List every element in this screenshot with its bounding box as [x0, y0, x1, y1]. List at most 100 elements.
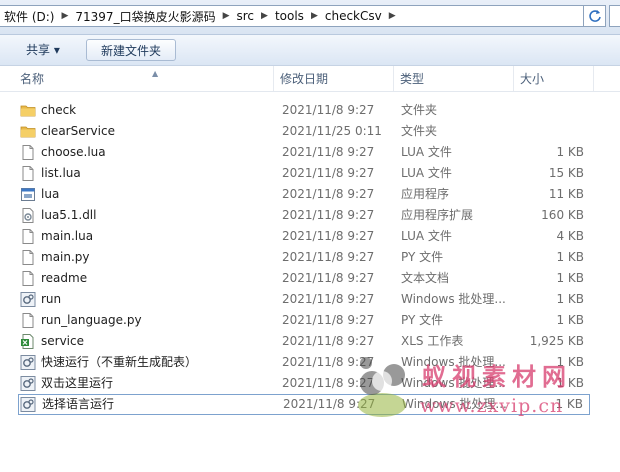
document-icon [20, 250, 36, 265]
file-row[interactable]: choose.lua 2021/11/8 9:27 LUA 文件 1 KB [18, 142, 590, 163]
file-size: 11 KB [548, 187, 584, 201]
file-name: run [41, 292, 62, 306]
file-name: main.py [41, 250, 90, 264]
file-name: 快速运行（不重新生成配表） [41, 355, 198, 369]
file-name: 双击这里运行 [41, 376, 114, 390]
breadcrumb-separator-icon[interactable]: ▶ [221, 11, 232, 21]
file-size: 1 KB [556, 271, 584, 285]
file-size: 1 KB [556, 145, 584, 159]
file-date: 2021/11/8 9:27 [282, 271, 375, 285]
file-name: 选择语言运行 [42, 397, 115, 411]
file-type: Windows 批处理... [401, 355, 506, 369]
file-row[interactable]: lua 2021/11/8 9:27 应用程序 11 KB [18, 184, 590, 205]
breadcrumb[interactable]: 软件 (D:) ▶ 71397_口袋换皮火影源码 ▶ src ▶ tools ▶… [0, 5, 584, 27]
breadcrumb-separator-icon[interactable]: ▶ [387, 11, 398, 21]
file-row[interactable]: service 2021/11/8 9:27 XLS 工作表 1,925 KB [18, 331, 590, 352]
file-type: Windows 批处理... [401, 292, 506, 306]
file-name: readme [41, 271, 88, 285]
refresh-icon [588, 10, 601, 22]
file-row[interactable]: list.lua 2021/11/8 9:27 LUA 文件 15 KB [18, 163, 590, 184]
document-icon [20, 166, 36, 181]
file-row[interactable]: main.py 2021/11/8 9:27 PY 文件 1 KB [18, 247, 590, 268]
breadcrumb-drive[interactable]: 软件 (D:) [0, 8, 59, 25]
file-type: Windows 批处理... [402, 397, 507, 411]
file-type: 文件夹 [401, 103, 438, 117]
file-date: 2021/11/25 0:11 [282, 124, 382, 138]
file-date: 2021/11/8 9:27 [282, 334, 375, 348]
file-date: 2021/11/8 9:27 [282, 313, 375, 327]
file-type: LUA 文件 [401, 145, 452, 159]
file-row[interactable]: 快速运行（不重新生成配表） 2021/11/8 9:27 Windows 批处理..… [18, 352, 590, 373]
file-date: 2021/11/8 9:27 [282, 166, 375, 180]
column-header-type[interactable]: 类型 [394, 66, 514, 91]
column-header-size[interactable]: 大小 [514, 66, 594, 91]
file-date: 2021/11/8 9:27 [282, 229, 375, 243]
file-row[interactable]: 选择语言运行 2021/11/8 9:27 Windows 批处理... 1 KB [18, 394, 590, 415]
breadcrumb-separator-icon[interactable]: ▶ [259, 11, 270, 21]
file-type: LUA 文件 [401, 229, 452, 243]
file-name: service [41, 334, 84, 348]
application-icon [20, 187, 36, 202]
file-row[interactable]: 双击这里运行 2021/11/8 9:27 Windows 批处理... 1 KB [18, 373, 590, 394]
file-date: 2021/11/8 9:27 [283, 397, 376, 411]
document-icon [20, 313, 36, 328]
file-date: 2021/11/8 9:27 [282, 103, 375, 117]
file-date: 2021/11/8 9:27 [282, 187, 375, 201]
file-type: XLS 工作表 [401, 334, 464, 348]
file-type: PY 文件 [401, 250, 444, 264]
file-date: 2021/11/8 9:27 [282, 292, 375, 306]
search-input[interactable] [609, 5, 620, 27]
file-name: lua5.1.dll [41, 208, 97, 222]
file-date: 2021/11/8 9:27 [282, 376, 375, 390]
file-type: Windows 批处理... [401, 376, 506, 390]
breadcrumb-separator-icon[interactable]: ▶ [309, 11, 320, 21]
breadcrumb-src[interactable]: src [232, 9, 260, 23]
folder-icon [20, 124, 36, 139]
file-name: clearService [41, 124, 115, 138]
file-name: list.lua [41, 166, 81, 180]
document-icon [20, 229, 36, 244]
breadcrumb-tools[interactable]: tools [270, 9, 309, 23]
file-row[interactable]: readme 2021/11/8 9:27 文本文档 1 KB [18, 268, 590, 289]
file-row[interactable]: main.lua 2021/11/8 9:27 LUA 文件 4 KB [18, 226, 590, 247]
folder-icon [20, 103, 36, 118]
file-size: 15 KB [548, 166, 584, 180]
column-header-date[interactable]: 修改日期 [274, 66, 394, 91]
column-header-name[interactable]: 名称 ▲ [14, 66, 274, 91]
document-icon [20, 271, 36, 286]
file-name: lua [41, 187, 60, 201]
column-header-name-label: 名称 [20, 72, 45, 86]
file-date: 2021/11/8 9:27 [282, 250, 375, 264]
dll-icon [20, 208, 36, 223]
file-list: 名称 ▲ 修改日期 类型 大小 check 2021/11/8 9:27 文件夹 cl… [0, 66, 620, 472]
batch-file-icon [20, 355, 36, 370]
command-bar: 共享 ▾ 新建文件夹 [0, 35, 620, 66]
batch-file-icon [20, 292, 36, 307]
file-type: PY 文件 [401, 313, 444, 327]
sort-ascending-icon: ▲ [152, 69, 159, 78]
file-type: 应用程序扩展 [401, 208, 474, 222]
file-row[interactable]: run_language.py 2021/11/8 9:27 PY 文件 1 KB [18, 310, 590, 331]
file-type: 文本文档 [401, 271, 450, 285]
batch-file-icon [20, 397, 36, 412]
file-size: 160 KB [541, 208, 584, 222]
file-row[interactable]: lua5.1.dll 2021/11/8 9:27 应用程序扩展 160 KB [18, 205, 590, 226]
refresh-button[interactable] [584, 5, 606, 27]
file-name: main.lua [41, 229, 94, 243]
file-row[interactable]: check 2021/11/8 9:27 文件夹 [18, 100, 590, 121]
file-size: 1 KB [555, 397, 583, 411]
file-row[interactable]: run 2021/11/8 9:27 Windows 批处理... 1 KB [18, 289, 590, 310]
file-row[interactable]: clearService 2021/11/25 0:11 文件夹 [18, 121, 590, 142]
document-icon [20, 145, 36, 160]
breadcrumb-separator-icon[interactable]: ▶ [59, 11, 70, 21]
file-size: 1 KB [556, 250, 584, 264]
column-header-row: 名称 ▲ 修改日期 类型 大小 [0, 66, 620, 92]
share-button[interactable]: 共享 ▾ [20, 39, 84, 61]
file-date: 2021/11/8 9:27 [282, 145, 375, 159]
breadcrumb-project[interactable]: 71397_口袋换皮火影源码 [70, 8, 220, 25]
file-name: run_language.py [41, 313, 142, 327]
file-size: 1,925 KB [529, 334, 584, 348]
breadcrumb-checkcsv[interactable]: checkCsv [320, 9, 387, 23]
new-folder-button[interactable]: 新建文件夹 [86, 39, 176, 61]
file-size: 1 KB [556, 292, 584, 306]
